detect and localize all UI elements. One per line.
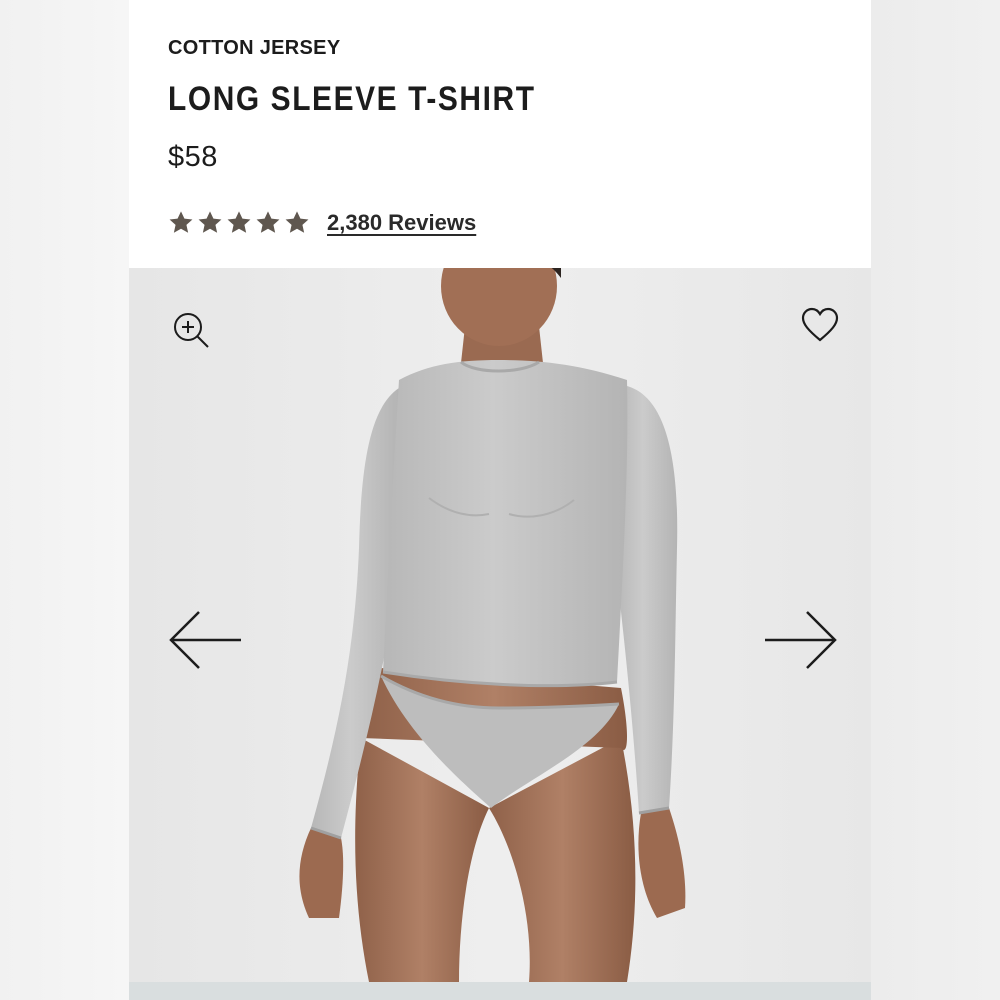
collection-label: COTTON JERSEY bbox=[168, 37, 341, 59]
star-icon bbox=[285, 211, 309, 233]
product-card: COTTON JERSEY LONG SLEEVE T-SHIRT $58 2,… bbox=[129, 0, 871, 1000]
favorite-button[interactable] bbox=[800, 306, 840, 346]
star-icon bbox=[256, 211, 280, 233]
heart-icon bbox=[801, 307, 839, 342]
product-title: LONG SLEEVE T-SHIRT bbox=[168, 80, 536, 118]
zoom-in-button[interactable] bbox=[171, 310, 211, 350]
rating-row: 2,380 Reviews bbox=[167, 207, 476, 239]
star-icon bbox=[198, 211, 222, 233]
zoom-in-icon bbox=[174, 313, 209, 348]
product-image-gallery bbox=[129, 268, 871, 982]
bottom-strip bbox=[129, 982, 871, 1000]
arrow-left-icon bbox=[169, 611, 241, 669]
reviews-link[interactable]: 2,380 Reviews bbox=[327, 210, 476, 236]
previous-image-button[interactable] bbox=[169, 608, 243, 672]
next-image-button[interactable] bbox=[763, 608, 837, 672]
page-frame: COTTON JERSEY LONG SLEEVE T-SHIRT $58 2,… bbox=[0, 0, 1000, 1000]
star-rating bbox=[167, 209, 311, 237]
arrow-right-icon bbox=[765, 611, 837, 669]
product-price: $58 bbox=[168, 141, 218, 173]
product-header: COTTON JERSEY LONG SLEEVE T-SHIRT $58 2,… bbox=[129, 0, 871, 268]
star-icon bbox=[169, 211, 193, 233]
star-icon bbox=[227, 211, 251, 233]
